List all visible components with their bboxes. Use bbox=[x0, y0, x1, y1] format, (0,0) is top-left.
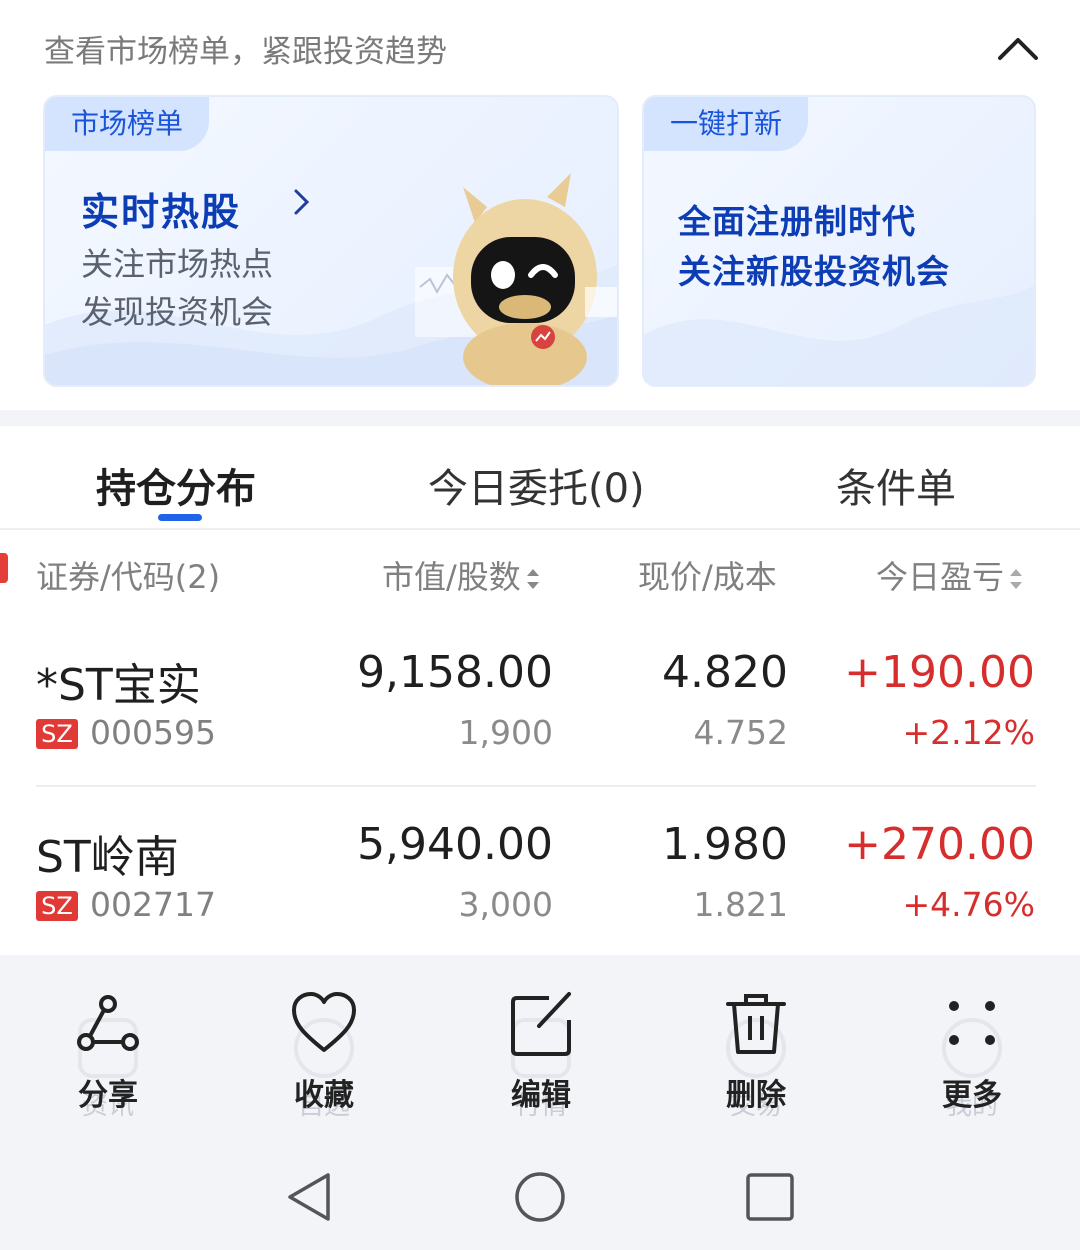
tab-today-orders[interactable]: 今日委托(0) bbox=[428, 456, 645, 514]
today-pnl: +270.00 bbox=[844, 819, 1035, 870]
ipo-line: 关注新股投资机会 bbox=[678, 252, 950, 291]
action-label: 分享 bbox=[78, 1078, 138, 1113]
chevron-up-icon[interactable] bbox=[994, 30, 1042, 64]
action-label: 更多 bbox=[942, 1078, 1002, 1113]
column-header-price: 现价/成本 bbox=[638, 558, 777, 596]
market-rank-card[interactable]: 市场榜单 实时热股 关注市场热点 发现投资机会 bbox=[43, 95, 619, 387]
table-row[interactable]: *ST宝实 SZ 000595 9,158.00 1,900 4.820 4.7… bbox=[0, 615, 1080, 787]
promo-header: 查看市场榜单，紧跟投资趋势 bbox=[0, 0, 1080, 92]
list-marker bbox=[0, 553, 8, 583]
today-pnl-percent: +2.12% bbox=[902, 713, 1035, 752]
edit-icon bbox=[511, 992, 571, 1056]
share-button[interactable]: 分享 bbox=[48, 990, 168, 1113]
table-row[interactable]: ST岭南 SZ 002717 5,940.00 3,000 1.980 1.82… bbox=[0, 787, 1080, 957]
action-label: 删除 bbox=[726, 1078, 786, 1113]
stock-name: ST岭南 bbox=[36, 832, 179, 883]
ipo-card[interactable]: 一键打新 全面注册制时代 关注新股投资机会 bbox=[642, 95, 1036, 387]
tab-active-indicator bbox=[158, 514, 202, 521]
more-icon bbox=[949, 1001, 995, 1045]
promo-hint: 查看市场榜单，紧跟投资趋势 bbox=[44, 34, 447, 70]
chevron-right-icon bbox=[294, 189, 310, 215]
delete-button[interactable]: 删除 bbox=[696, 990, 816, 1113]
action-label: 收藏 bbox=[294, 1078, 354, 1113]
trash-icon bbox=[726, 994, 786, 1054]
back-icon[interactable] bbox=[282, 1169, 338, 1225]
home-icon[interactable] bbox=[512, 1169, 568, 1225]
column-header-today-pnl[interactable]: 今日盈亏 bbox=[876, 552, 1024, 598]
action-label: 编辑 bbox=[511, 1078, 571, 1113]
today-pnl-percent: +4.76% bbox=[902, 885, 1035, 924]
cost-price: 4.752 bbox=[693, 713, 788, 752]
sort-icon bbox=[1010, 569, 1023, 589]
system-nav-bar bbox=[0, 1145, 1080, 1250]
tab-positions[interactable]: 持仓分布 bbox=[96, 456, 256, 514]
market-badge: SZ bbox=[36, 891, 78, 921]
card-subtitle: 发现投资机会 bbox=[81, 293, 274, 331]
column-header-label: 今日盈亏 bbox=[876, 558, 1005, 596]
current-price: 1.980 bbox=[662, 819, 788, 870]
stock-name: *ST宝实 bbox=[36, 660, 201, 711]
stock-code: 002717 bbox=[90, 885, 216, 924]
share-icon bbox=[77, 995, 139, 1051]
market-value: 9,158.00 bbox=[357, 647, 553, 698]
section-divider bbox=[0, 410, 1080, 426]
column-header-security: 证券/代码(2) bbox=[36, 558, 221, 596]
today-pnl: +190.00 bbox=[844, 647, 1035, 698]
sort-icon bbox=[526, 569, 539, 589]
market-badge: SZ bbox=[36, 719, 78, 749]
mascot-illustration bbox=[415, 173, 617, 385]
tab-conditional-orders[interactable]: 条件单 bbox=[836, 456, 956, 514]
position-tabs: 持仓分布 今日委托(0) 条件单 bbox=[0, 426, 1080, 530]
market-value: 5,940.00 bbox=[357, 819, 553, 870]
share-count: 1,900 bbox=[458, 713, 553, 752]
more-button[interactable]: 更多 bbox=[912, 990, 1032, 1113]
favorite-button[interactable]: 收藏 bbox=[264, 990, 384, 1113]
edit-button[interactable]: 编辑 bbox=[481, 990, 601, 1113]
card-tag: 一键打新 bbox=[644, 97, 809, 151]
stock-code: 000595 bbox=[90, 713, 216, 752]
hot-stocks-title[interactable]: 实时热股 bbox=[81, 181, 241, 236]
column-header-market-value[interactable]: 市值/股数 bbox=[382, 552, 541, 598]
ipo-line: 全面注册制时代 bbox=[678, 202, 916, 241]
column-header-label: 市值/股数 bbox=[382, 558, 521, 596]
cost-price: 1.821 bbox=[693, 885, 788, 924]
card-tag: 市场榜单 bbox=[45, 97, 210, 151]
current-price: 4.820 bbox=[662, 647, 788, 698]
heart-icon bbox=[292, 992, 356, 1052]
card-subtitle: 关注市场热点 bbox=[81, 245, 274, 283]
share-count: 3,000 bbox=[458, 885, 553, 924]
recents-icon[interactable] bbox=[742, 1169, 798, 1225]
